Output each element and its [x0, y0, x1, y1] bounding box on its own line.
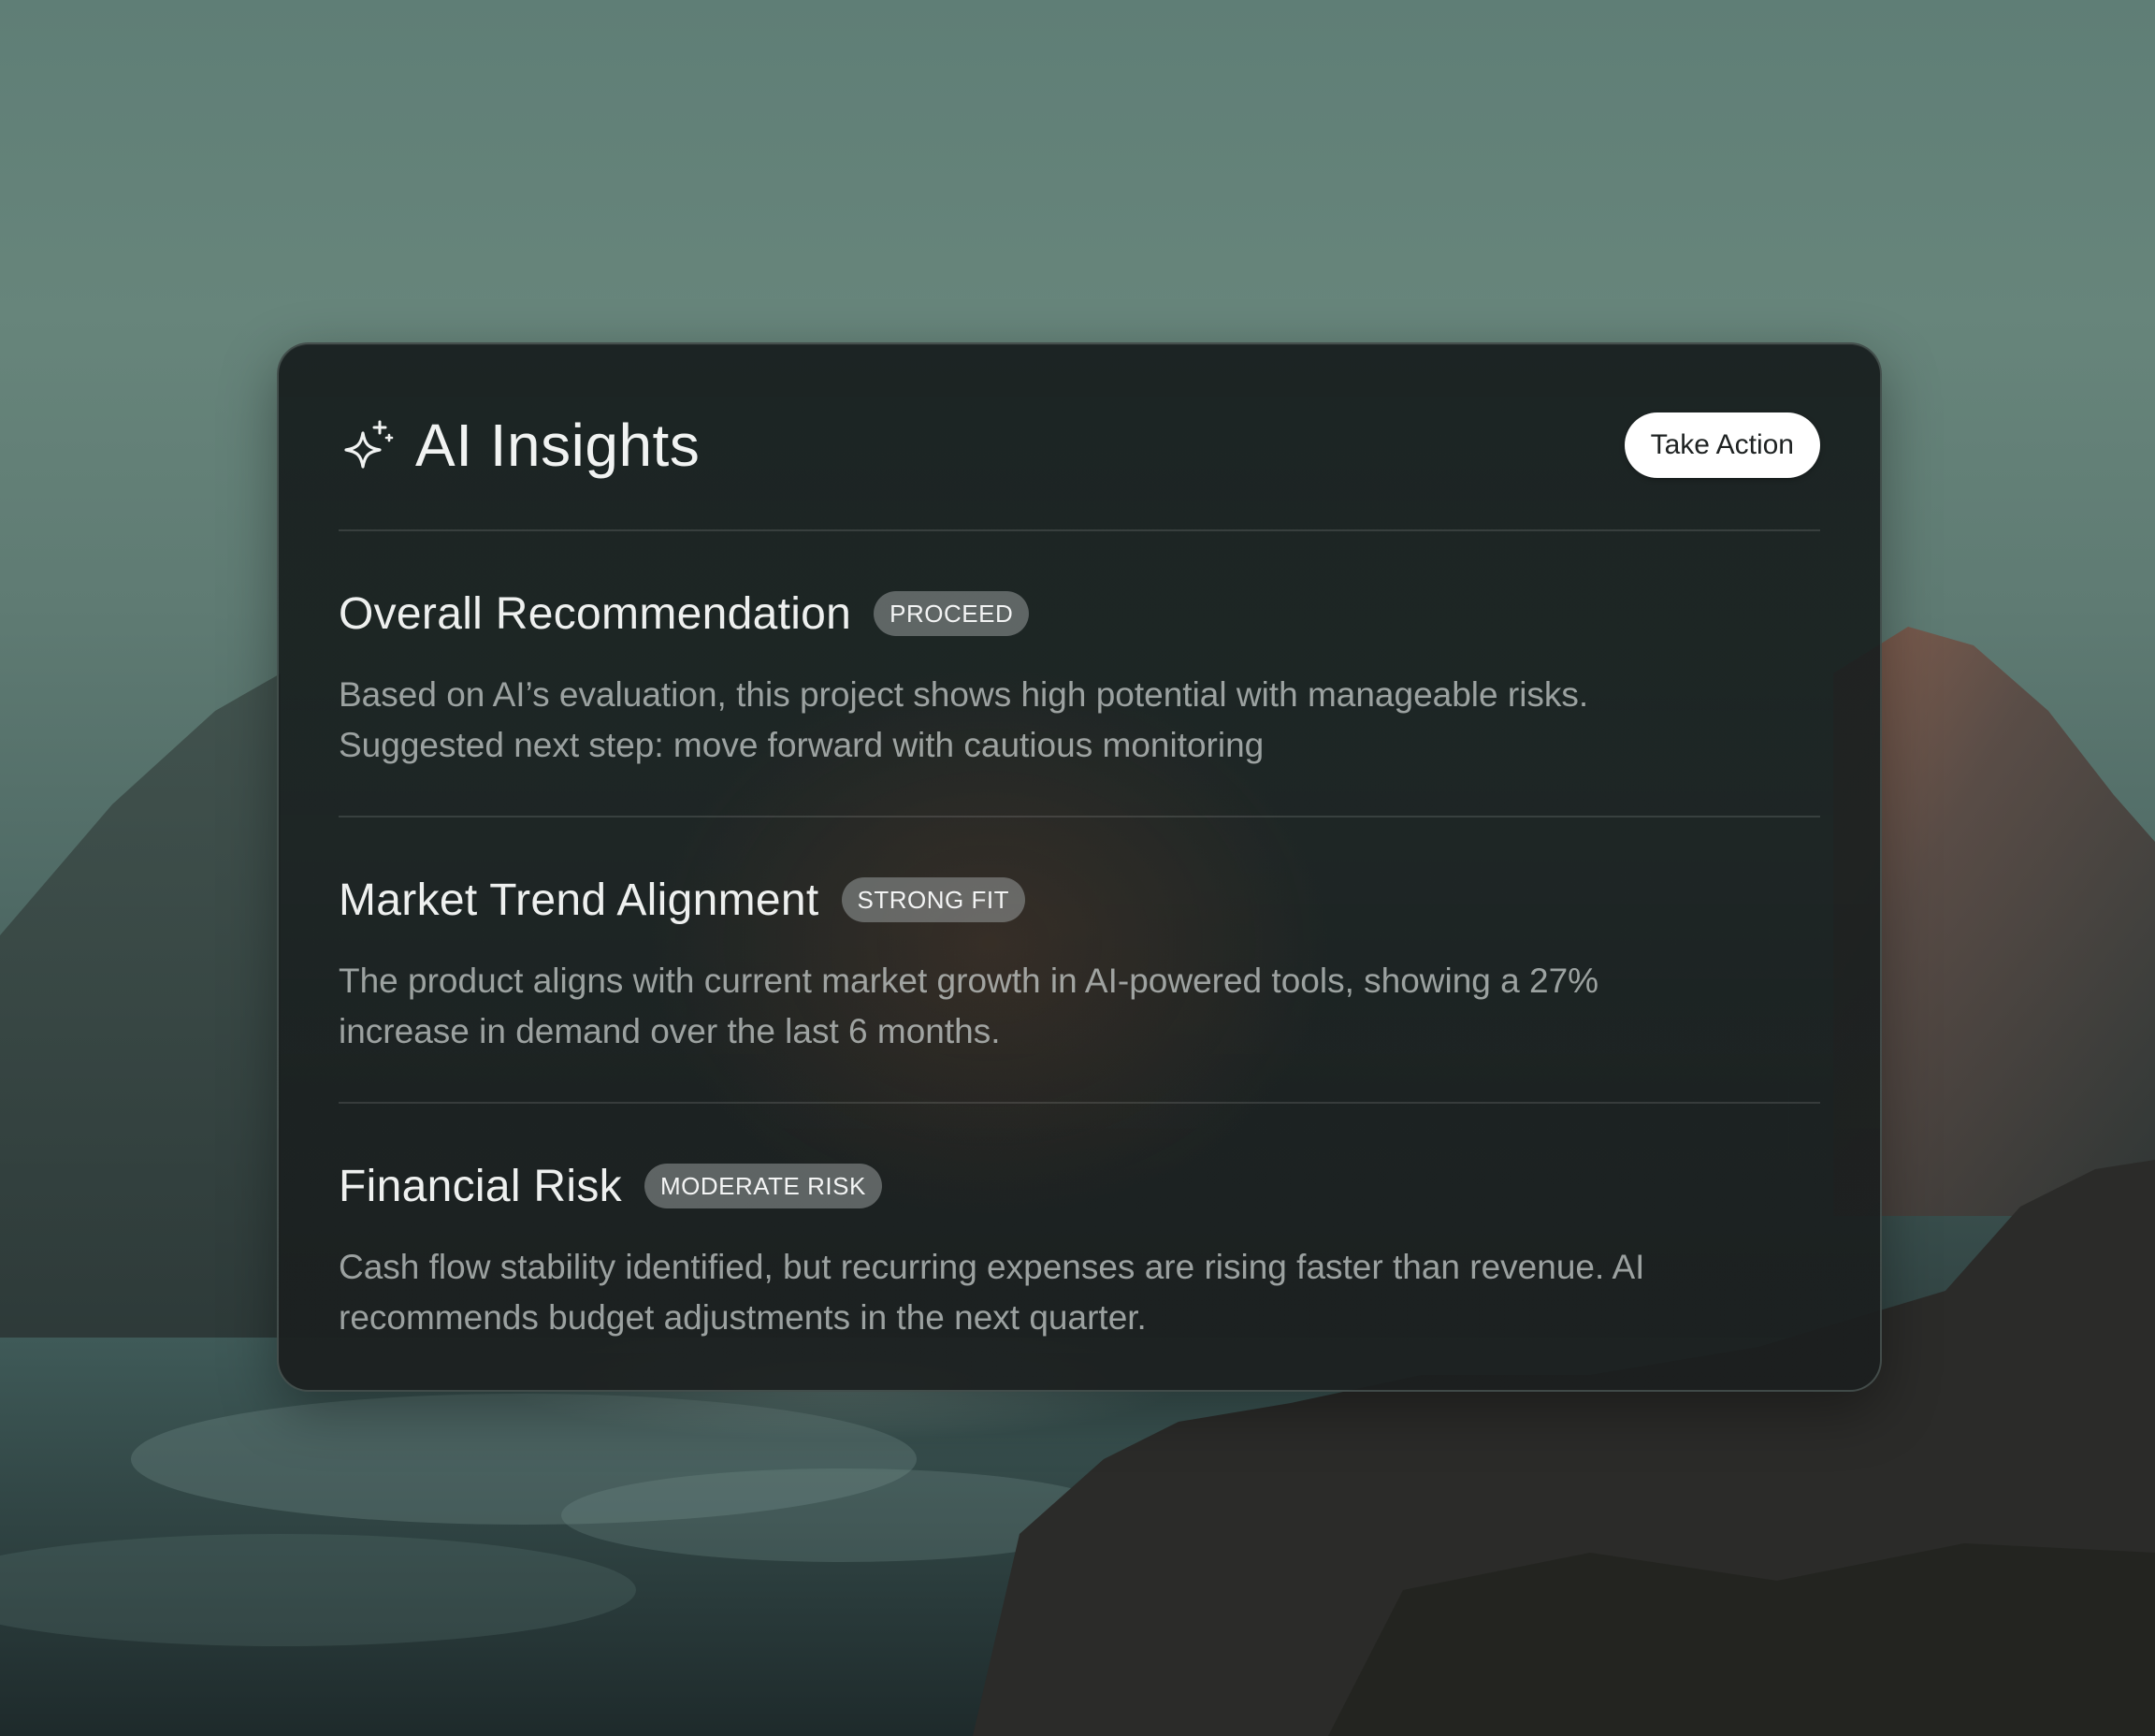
card-header: AI Insights Take Action [339, 400, 1820, 490]
ai-insights-card: AI Insights Take Action Overall Recommen… [277, 342, 1882, 1392]
insight-description: Based on AI’s evaluation, this project s… [339, 675, 1589, 764]
card-title: AI Insights [415, 412, 701, 479]
sparkle-icon [339, 416, 397, 474]
take-action-button[interactable]: Take Action [1624, 412, 1820, 478]
section-divider [339, 1102, 1820, 1104]
insight-header: Market Trend Alignment STRONG FIT [339, 870, 1820, 930]
header-divider [339, 529, 1820, 531]
status-badge: MODERATE RISK [644, 1164, 882, 1208]
insight-title: Overall Recommendation [339, 588, 852, 639]
insight-section: Market Trend Alignment STRONG FIT The pr… [339, 870, 1820, 1057]
insight-header: Financial Risk MODERATE RISK [339, 1156, 1820, 1216]
status-badge: PROCEED [874, 591, 1030, 636]
insight-title: Market Trend Alignment [339, 875, 819, 925]
insight-title: Financial Risk [339, 1161, 622, 1211]
status-badge: STRONG FIT [841, 877, 1025, 922]
insight-section: Overall Recommendation PROCEED Based on … [339, 584, 1820, 771]
section-divider [339, 816, 1820, 817]
title-group: AI Insights [339, 411, 700, 480]
insight-section: Financial Risk MODERATE RISK Cash flow s… [339, 1156, 1820, 1343]
insight-description: The product aligns with current market g… [339, 962, 1599, 1050]
insight-header: Overall Recommendation PROCEED [339, 584, 1820, 644]
insight-description: Cash flow stability identified, but recu… [339, 1248, 1645, 1337]
